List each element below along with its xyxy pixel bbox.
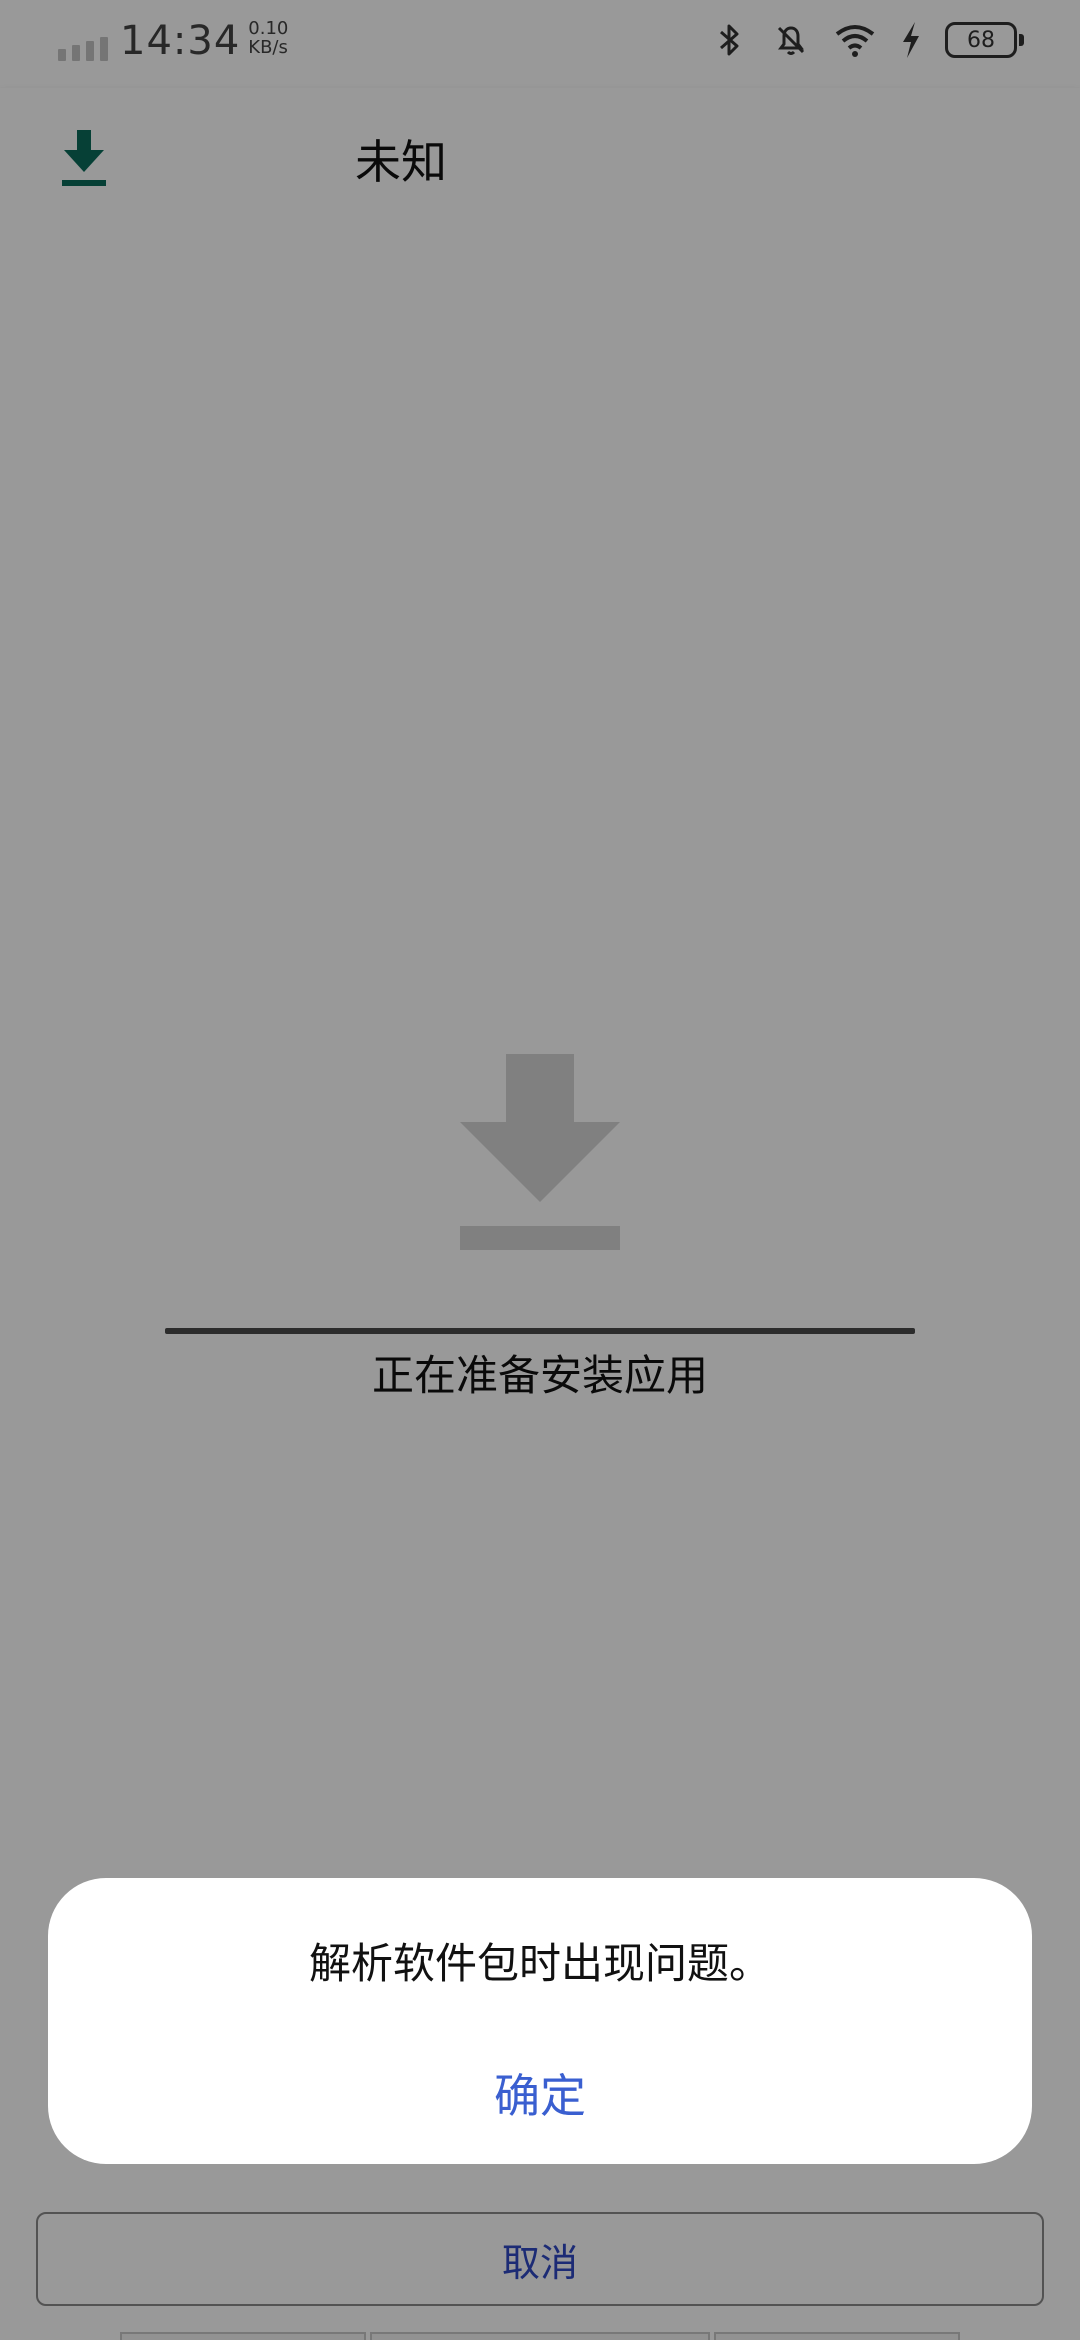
ok-button[interactable]: 确定 bbox=[440, 2058, 640, 2128]
dialog-message: 解析软件包时出现问题。 bbox=[308, 1939, 771, 1988]
screen: 14:34 0.10 KB/s 68 未知 正在准备安装应用 取消 解析软件包时… bbox=[0, 0, 1080, 2340]
error-dialog: 解析软件包时出现问题。 确定 bbox=[48, 1878, 1032, 2164]
